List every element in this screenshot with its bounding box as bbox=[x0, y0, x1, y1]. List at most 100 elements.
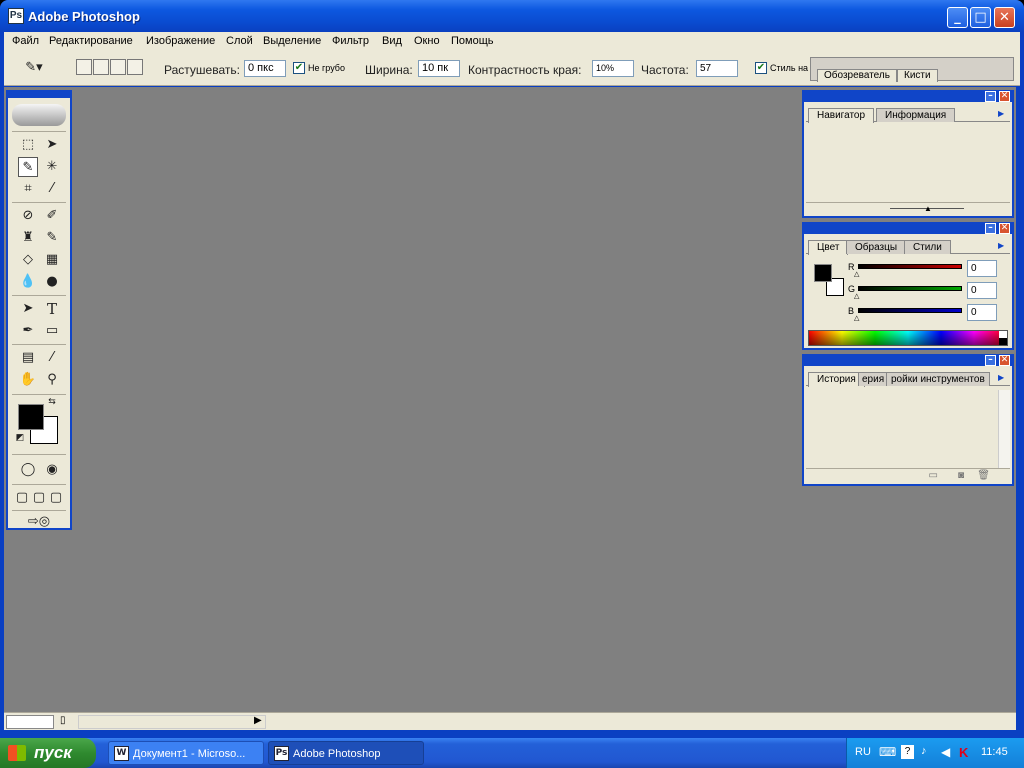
blue-value-input[interactable]: 0 bbox=[967, 304, 997, 321]
foreground-color-swatch[interactable] bbox=[18, 404, 44, 430]
tab-file-browser[interactable]: Обозреватель bbox=[817, 69, 897, 82]
path-selection-icon[interactable]: ➤ bbox=[18, 299, 38, 319]
hand-tool-icon[interactable]: ✋ bbox=[18, 370, 38, 390]
magnetic-lasso-icon[interactable]: ✎ bbox=[18, 157, 38, 177]
panel-close-button[interactable]: ✕ bbox=[999, 223, 1010, 234]
tab-styles[interactable]: Стили bbox=[904, 240, 951, 254]
green-value-input[interactable]: 0 bbox=[967, 282, 997, 299]
red-value-input[interactable]: 0 bbox=[967, 260, 997, 277]
quick-mask-icon[interactable]: ◉ bbox=[42, 460, 62, 480]
jump-to-imageready-icon[interactable]: ⇨◎ bbox=[16, 512, 62, 532]
default-colors-icon[interactable]: ◩ bbox=[14, 432, 26, 444]
doc-info-icon[interactable]: ▯ bbox=[60, 715, 66, 726]
zoom-field[interactable] bbox=[6, 715, 54, 729]
green-slider-thumb-icon[interactable]: △ bbox=[854, 292, 859, 300]
menu-window[interactable]: Окно bbox=[414, 35, 440, 47]
healing-brush-icon[interactable]: ⊘ bbox=[18, 206, 38, 226]
rectangular-marquee-icon[interactable]: ⬚ bbox=[18, 135, 38, 155]
menu-view[interactable]: Вид bbox=[382, 35, 402, 47]
panel-minimize-button[interactable]: – bbox=[985, 355, 996, 366]
menu-select[interactable]: Выделение bbox=[263, 35, 321, 47]
title-bar[interactable]: Ps Adobe Photoshop _ □ ✕ bbox=[0, 0, 1024, 32]
full-screen-menu-icon[interactable]: ▢ bbox=[31, 488, 47, 508]
tab-color[interactable]: Цвет bbox=[808, 240, 849, 255]
gradient-icon[interactable]: ▦ bbox=[42, 250, 62, 270]
tab-history[interactable]: История bbox=[808, 372, 865, 387]
history-list[interactable] bbox=[806, 390, 998, 468]
keyboard-icon[interactable]: ⌨ bbox=[879, 745, 896, 759]
type-tool-icon[interactable]: T bbox=[42, 299, 62, 319]
panel-menu-arrow-icon[interactable]: ▶ bbox=[998, 109, 1008, 119]
antialias-checkbox[interactable]: ✔ bbox=[293, 62, 305, 74]
blur-icon[interactable]: 💧 bbox=[18, 272, 38, 292]
spectrum-white[interactable] bbox=[999, 331, 1007, 338]
new-snapshot-icon[interactable]: ◙ bbox=[958, 470, 964, 481]
standard-screen-icon[interactable]: ▢ bbox=[14, 488, 30, 508]
subtract-selection-icon[interactable] bbox=[110, 59, 126, 75]
tab-brushes[interactable]: Кисти bbox=[897, 69, 938, 82]
zoom-slider-thumb-icon[interactable]: ▲ bbox=[924, 204, 932, 213]
crop-tool-icon[interactable]: ⌗ bbox=[18, 179, 38, 199]
clock[interactable]: 11:45 bbox=[981, 746, 1008, 758]
red-slider-thumb-icon[interactable]: △ bbox=[854, 270, 859, 278]
full-screen-icon[interactable]: ▢ bbox=[48, 488, 64, 508]
rectangle-tool-icon[interactable]: ▭ bbox=[42, 321, 62, 341]
trash-icon[interactable]: 🗑 bbox=[977, 470, 990, 481]
dodge-icon[interactable]: ● bbox=[42, 272, 62, 292]
tab-tool-presets[interactable]: ройки инструментов bbox=[886, 372, 990, 386]
new-selection-icon[interactable] bbox=[76, 59, 92, 75]
panel-close-button[interactable]: ✕ bbox=[999, 355, 1010, 366]
move-tool-icon[interactable]: ➤ bbox=[42, 135, 62, 155]
blue-slider-thumb-icon[interactable]: △ bbox=[854, 314, 859, 322]
menu-edit[interactable]: Редактирование bbox=[49, 35, 133, 47]
blue-slider[interactable] bbox=[858, 308, 962, 313]
minimize-button[interactable]: _ bbox=[947, 7, 968, 28]
tab-actions[interactable]: ерия bbox=[858, 372, 889, 386]
toolbox-header-icon[interactable] bbox=[12, 104, 66, 126]
back-arrow-icon[interactable]: ◀ bbox=[941, 745, 950, 759]
menu-help[interactable]: Помощь bbox=[451, 35, 494, 47]
taskbar-button-word[interactable]: W Документ1 - Microso... bbox=[108, 741, 264, 765]
pen-tool-icon[interactable]: ✒ bbox=[18, 321, 38, 341]
color-spectrum-ramp[interactable] bbox=[808, 330, 1008, 346]
help-icon[interactable]: ? bbox=[901, 745, 914, 759]
panel-menu-arrow-icon[interactable]: ▶ bbox=[998, 373, 1008, 383]
start-button[interactable]: пуск bbox=[0, 738, 96, 768]
tab-navigator[interactable]: Навигатор bbox=[808, 108, 875, 123]
magic-wand-icon[interactable]: ✳ bbox=[42, 157, 62, 177]
color-fg-swatch[interactable] bbox=[814, 264, 832, 282]
notes-tool-icon[interactable]: ▤ bbox=[18, 348, 38, 368]
taskbar-button-photoshop[interactable]: Ps Adobe Photoshop bbox=[268, 741, 424, 765]
language-indicator[interactable]: RU bbox=[855, 746, 871, 758]
panel-close-button[interactable]: ✕ bbox=[999, 91, 1010, 102]
intersect-selection-icon[interactable] bbox=[127, 59, 143, 75]
menu-layer[interactable]: Слой bbox=[226, 35, 253, 47]
eyedropper-icon[interactable]: ⁄ bbox=[42, 348, 62, 368]
zoom-slider-bar[interactable]: ▲ bbox=[806, 202, 1010, 214]
maximize-button[interactable]: □ bbox=[970, 7, 991, 28]
tab-swatches[interactable]: Образцы bbox=[846, 240, 907, 254]
panel-minimize-button[interactable]: – bbox=[985, 223, 996, 234]
stylus-checkbox[interactable]: ✔ bbox=[755, 62, 767, 74]
menu-file[interactable]: Файл bbox=[12, 35, 39, 47]
menu-image[interactable]: Изображение bbox=[146, 35, 215, 47]
brush-tool-icon[interactable]: ✐ bbox=[42, 206, 62, 226]
tab-info[interactable]: Информация bbox=[876, 108, 956, 122]
eraser-icon[interactable]: ◇ bbox=[18, 250, 38, 270]
photoshop-icon[interactable]: Ps bbox=[8, 8, 24, 24]
standard-mode-icon[interactable]: ◯ bbox=[18, 460, 38, 480]
close-button[interactable]: ✕ bbox=[994, 7, 1015, 28]
history-brush-icon[interactable]: ✎ bbox=[42, 228, 62, 248]
slice-tool-icon[interactable]: ⁄ bbox=[42, 179, 62, 199]
lasso-preset-icon[interactable]: ✎▾ bbox=[24, 58, 44, 78]
add-selection-icon[interactable] bbox=[93, 59, 109, 75]
red-slider[interactable] bbox=[858, 264, 962, 269]
clone-stamp-icon[interactable]: ♜ bbox=[18, 228, 38, 248]
menu-filter[interactable]: Фильтр bbox=[332, 35, 369, 47]
width-input[interactable]: 10 пк bbox=[418, 60, 460, 77]
history-scrollbar[interactable] bbox=[998, 390, 1010, 468]
frequency-input[interactable]: 57 bbox=[696, 60, 738, 77]
spectrum-black[interactable] bbox=[999, 338, 1007, 345]
feather-input[interactable]: 0 пкс bbox=[244, 60, 286, 77]
swap-colors-icon[interactable]: ⇆ bbox=[46, 396, 58, 408]
